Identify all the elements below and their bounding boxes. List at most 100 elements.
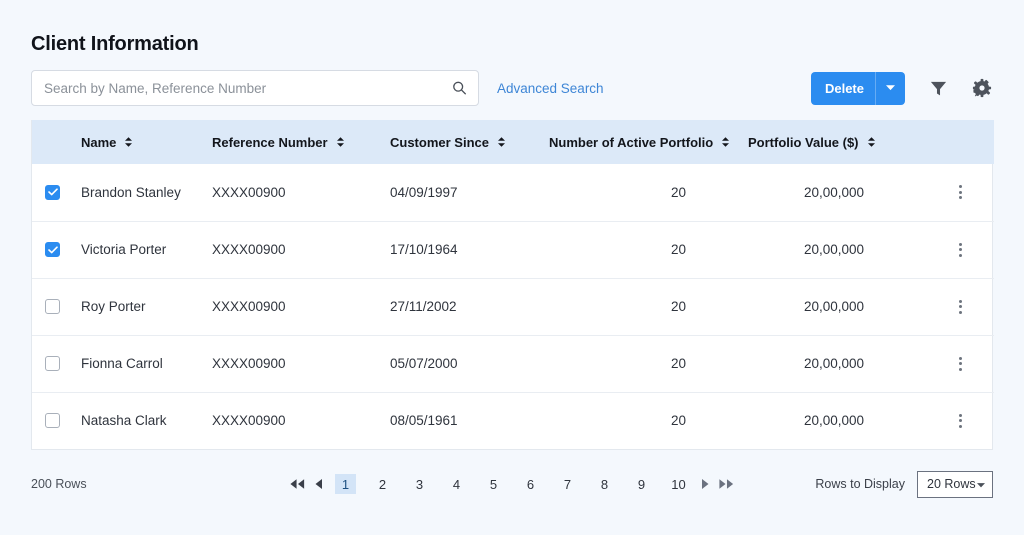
cell-reference: XXXX00900 — [212, 184, 286, 200]
row-checkbox[interactable] — [45, 242, 60, 257]
double-chevron-left-icon[interactable] — [285, 474, 310, 494]
rows-to-display-control: Rows to Display 20 Rows — [815, 470, 993, 498]
rows-to-display-value: 20 Rows — [927, 477, 976, 491]
cell-customer-since: 04/09/1997 — [390, 184, 458, 200]
page-number[interactable]: 7 — [557, 474, 578, 494]
cell-portfolio-value: 20,00,000 — [803, 184, 864, 200]
cell-active-portfolio: 20 — [670, 242, 686, 257]
sort-icon[interactable] — [336, 137, 344, 147]
cell-customer-since: 17/10/1964 — [390, 242, 458, 257]
chevron-down-icon[interactable] — [977, 477, 985, 491]
row-actions-cell — [926, 164, 994, 221]
sort-icon[interactable] — [497, 137, 505, 147]
sort-icon[interactable] — [722, 137, 730, 147]
column-header-reference-number[interactable]: Reference Number — [212, 120, 390, 164]
row-actions-cell — [926, 392, 994, 449]
advanced-search-link[interactable]: Advanced Search — [497, 81, 604, 96]
client-table: Name Reference Number Customer Since Num… — [31, 120, 994, 450]
cell-portfolio-value: 20,00,000 — [803, 299, 864, 314]
chevron-left-icon[interactable] — [310, 474, 327, 494]
gear-icon[interactable] — [971, 77, 993, 99]
sort-icon[interactable] — [867, 137, 875, 147]
page-number[interactable]: 6 — [520, 474, 541, 494]
cell-name: Victoria Porter — [81, 242, 167, 257]
rows-to-display-select[interactable]: 20 Rows — [917, 470, 993, 498]
cell-portfolio-value: 20,00,000 — [803, 356, 864, 371]
row-select-cell — [32, 164, 81, 221]
row-checkbox[interactable] — [45, 413, 60, 429]
table-body: Brandon Stanley XXXX00900 04/09/1997 20 20,0… — [32, 164, 994, 449]
search-box — [31, 70, 479, 106]
row-select-cell — [32, 221, 81, 278]
toolbar-actions: Delete — [810, 71, 993, 105]
table-row[interactable]: Roy Porter XXXX00900 27/11/2002 20 20,00,000 — [32, 278, 994, 335]
page-number[interactable]: 8 — [594, 474, 615, 494]
client-information-page: Client Information Advanced Search Delet… — [0, 0, 1024, 535]
page-number[interactable]: 2 — [372, 474, 393, 494]
row-actions-cell — [926, 221, 994, 278]
search-icon[interactable] — [451, 80, 468, 97]
table-header-row: Name Reference Number Customer Since Num… — [32, 120, 994, 164]
row-actions-cell — [926, 278, 994, 335]
page-number[interactable]: 3 — [409, 474, 430, 494]
delete-button[interactable]: Delete — [810, 71, 905, 105]
cell-active-portfolio: 20 — [670, 299, 686, 314]
row-select-cell — [32, 278, 81, 335]
cell-name: Roy Porter — [81, 299, 146, 314]
column-header-number-of-active-portfolio-label: Number of Active Portfolio — [549, 134, 714, 150]
row-select-cell — [32, 335, 81, 392]
delete-button-label: Delete — [824, 80, 864, 96]
cell-portfolio-value: 20,00,000 — [803, 413, 864, 429]
row-menu-icon[interactable] — [952, 185, 968, 200]
row-menu-icon[interactable] — [952, 356, 968, 371]
column-header-customer-since-label: Customer Since — [390, 134, 489, 150]
header-select-cell — [32, 120, 81, 164]
rows-to-display-label: Rows to Display — [815, 477, 905, 491]
table-row[interactable]: Victoria Porter XXXX00900 17/10/1964 20 20,0… — [32, 221, 994, 278]
cell-name: Brandon Stanley — [81, 184, 181, 200]
double-chevron-right-icon[interactable] — [714, 474, 739, 494]
row-menu-icon[interactable] — [952, 413, 968, 428]
chevron-right-icon[interactable] — [697, 474, 714, 494]
column-header-customer-since[interactable]: Customer Since — [390, 120, 549, 164]
cell-active-portfolio: 20 — [670, 184, 686, 200]
column-header-portfolio-value[interactable]: Portfolio Value ($) — [748, 120, 926, 164]
page-number[interactable]: 1 — [335, 474, 356, 494]
cell-active-portfolio: 20 — [670, 413, 686, 429]
row-menu-icon[interactable] — [952, 299, 968, 314]
page-number[interactable]: 10 — [668, 474, 689, 494]
table-row[interactable]: Fionna Carrol XXXX00900 05/07/2000 20 20,00,… — [32, 335, 994, 392]
pagination: 1 2 3 4 5 6 7 8 9 10 — [285, 474, 739, 494]
table-row[interactable]: Natasha Clark XXXX00900 08/05/1961 20 20,00,… — [32, 392, 994, 449]
cell-customer-since: 08/05/1961 — [390, 413, 458, 429]
rows-total: 200 Rows — [31, 477, 87, 491]
page-number[interactable]: 9 — [631, 474, 652, 494]
column-header-name-label: Name — [81, 134, 117, 150]
row-select-cell — [32, 392, 81, 449]
toolbar: Advanced Search Delete — [31, 70, 993, 106]
cell-reference: XXXX00900 — [212, 299, 286, 314]
cell-reference: XXXX00900 — [212, 242, 286, 257]
search-input[interactable] — [31, 70, 479, 106]
cell-name: Natasha Clark — [81, 413, 167, 429]
row-actions-cell — [926, 335, 994, 392]
header-actions-cell — [926, 120, 994, 164]
table-row[interactable]: Brandon Stanley XXXX00900 04/09/1997 20 20,0… — [32, 164, 994, 221]
row-checkbox[interactable] — [45, 184, 60, 200]
column-header-number-of-active-portfolio[interactable]: Number of Active Portfolio — [549, 120, 748, 164]
chevron-down-icon[interactable] — [876, 85, 905, 91]
row-menu-icon[interactable] — [952, 242, 968, 257]
row-checkbox[interactable] — [45, 299, 60, 314]
column-header-portfolio-value-label: Portfolio Value ($) — [748, 134, 859, 150]
cell-reference: XXXX00900 — [212, 356, 286, 371]
page-number[interactable]: 5 — [483, 474, 504, 494]
row-checkbox[interactable] — [45, 356, 60, 371]
cell-portfolio-value: 20,00,000 — [803, 242, 864, 257]
cell-customer-since: 27/11/2002 — [390, 299, 457, 314]
cell-reference: XXXX00900 — [212, 413, 286, 429]
page-number[interactable]: 4 — [446, 474, 467, 494]
filter-funnel-icon[interactable] — [927, 77, 949, 99]
column-header-reference-number-label: Reference Number — [212, 134, 328, 150]
column-header-name[interactable]: Name — [81, 120, 212, 164]
sort-icon[interactable] — [125, 137, 133, 147]
